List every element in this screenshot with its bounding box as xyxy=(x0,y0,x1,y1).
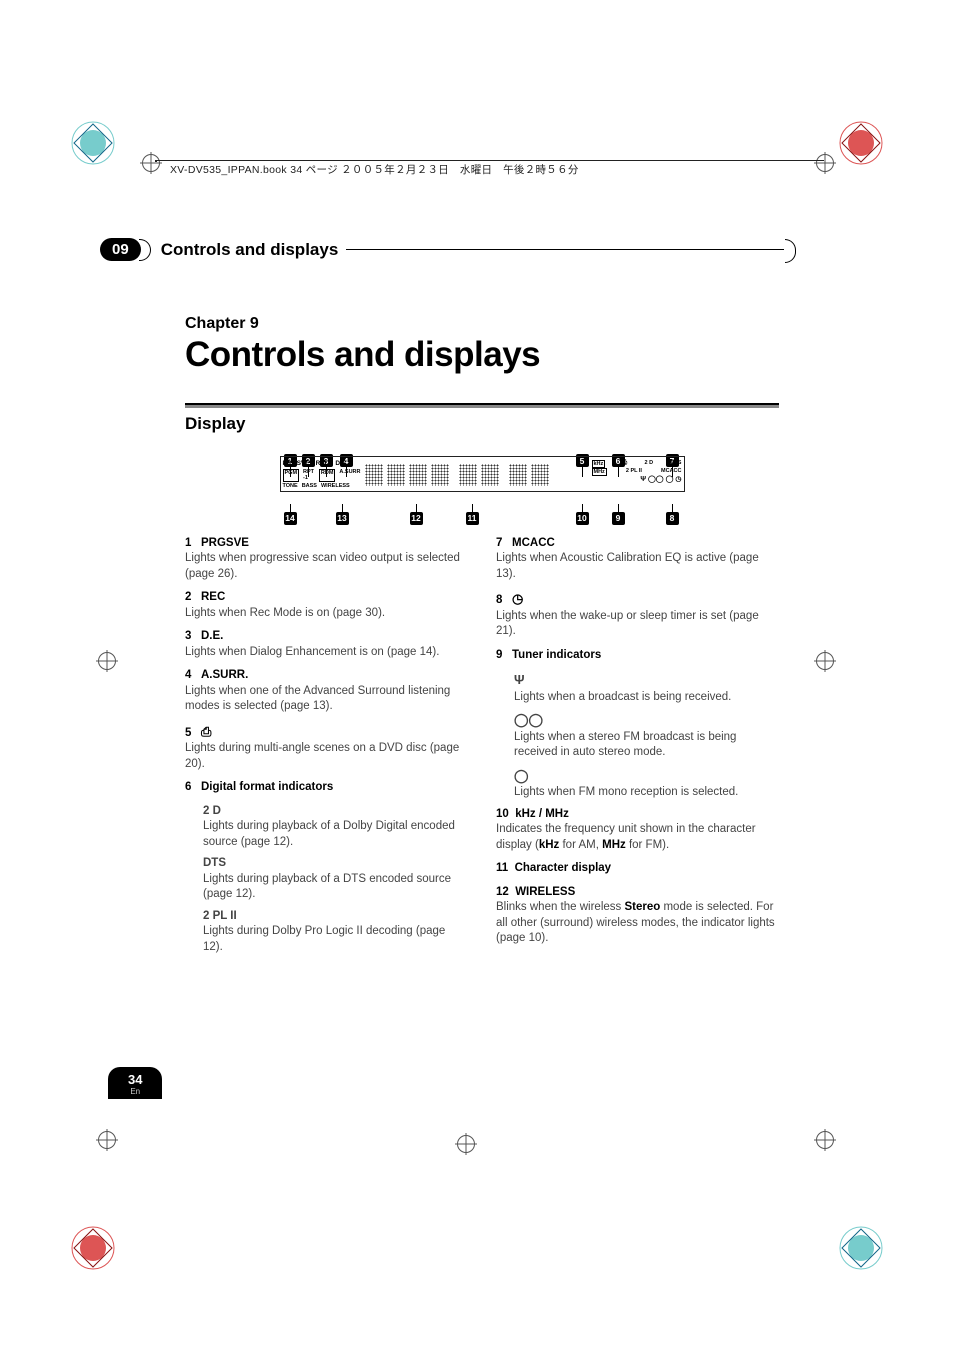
reg-mark xyxy=(814,1129,836,1151)
disp-bass: BASS xyxy=(302,483,317,490)
left-column: 1 PRGSVELights when progressive scan vid… xyxy=(185,536,468,962)
clock-icon: ◷ xyxy=(512,591,523,606)
disp-dts: DTS xyxy=(670,460,681,468)
antenna-icon: Ψ xyxy=(514,672,525,687)
heading-rule xyxy=(185,403,779,408)
stereo-icon: ◯◯ xyxy=(648,476,664,483)
sub-desc: Lights during Dolby Pro Logic II decodin… xyxy=(203,925,445,953)
header-rule xyxy=(346,249,784,250)
section-number-badge: 09 xyxy=(100,238,141,261)
character-display xyxy=(361,460,592,490)
sub-desc: Lights when a broadcast is being receive… xyxy=(514,691,731,703)
callout-8: 8 xyxy=(666,512,679,525)
disp-2pl2: 2 PL II xyxy=(626,468,642,476)
disp-2d: 2 D xyxy=(645,460,654,468)
chapter-title: Controls and displays xyxy=(185,335,779,375)
stereo-icon: ◯◯ xyxy=(514,712,543,727)
angle-icon: ⎙ xyxy=(623,460,627,468)
disp-tone: TONE xyxy=(283,483,298,490)
mono-icon: ◯ xyxy=(514,768,529,783)
disp-prgsve: PRGSVE xyxy=(283,460,310,468)
disp-mcacc: MCACC xyxy=(661,468,681,476)
disp-rpt: RPT -1 xyxy=(303,469,315,482)
disp-de: D.E. xyxy=(335,460,348,468)
item-desc: Lights during multi-angle scenes on a DV… xyxy=(185,742,459,770)
page-number-badge: 34 En xyxy=(108,1067,162,1099)
sub-desc: Lights during playback of a DTS encoded … xyxy=(203,873,451,901)
item-desc: Lights when Acoustic Calibration EQ is a… xyxy=(496,552,759,580)
disp-rec: REC xyxy=(316,460,330,468)
item-desc: Lights when Rec Mode is on (page 30). xyxy=(185,607,385,619)
callout-9: 9 xyxy=(612,512,625,525)
description-columns: 1 PRGSVELights when progressive scan vid… xyxy=(185,536,779,962)
display-diagram: 1 2 3 4 5 6 7 PRGSVE REC D.E. xyxy=(280,456,685,492)
header-paren-icon xyxy=(139,239,151,261)
sub-desc: Lights when FM mono reception is selecte… xyxy=(514,786,738,798)
sub-title: DTS xyxy=(203,857,226,869)
chapter-label: Chapter 9 xyxy=(185,315,779,333)
callout-14: 14 xyxy=(284,512,297,525)
item-desc: Lights when progressive scan video outpu… xyxy=(185,552,460,580)
reg-mark xyxy=(455,1133,477,1155)
mono-icon: ◯ xyxy=(666,476,674,483)
section-header: 09 Controls and displays xyxy=(100,238,784,261)
item-desc: Lights when Dialog Enhancement is on (pa… xyxy=(185,646,439,658)
reg-mark xyxy=(96,650,118,672)
reg-mark xyxy=(814,650,836,672)
page-number: 34 xyxy=(128,1072,142,1087)
book-header-line: XV-DV535_IPPAN.book 34 ページ ２００５年２月２３日 水曜… xyxy=(170,162,579,177)
antenna-icon: Ψ xyxy=(640,476,646,483)
callout-10: 10 xyxy=(576,512,589,525)
disp-pgm: PGM xyxy=(283,469,300,482)
page-lang: En xyxy=(128,1087,142,1096)
timer-icon: ◷ xyxy=(675,476,681,483)
right-column: 7 MCACCLights when Acoustic Calibration … xyxy=(496,536,779,962)
callout-12: 12 xyxy=(410,512,423,525)
sub-desc: Lights when a stereo FM broadcast is bei… xyxy=(514,731,736,759)
callout-11: 11 xyxy=(466,512,479,525)
disp-asurr: A.SURR xyxy=(339,469,360,482)
corner-ornament xyxy=(838,120,884,166)
item-desc: Lights when the wake-up or sleep timer i… xyxy=(496,610,759,638)
sub-title: 2 PL II xyxy=(203,910,237,922)
callout-13: 13 xyxy=(336,512,349,525)
sub-desc: Lights during playback of a Dolby Digita… xyxy=(203,820,455,848)
item-desc: Lights when one of the Advanced Surround… xyxy=(185,685,450,713)
disp-khz: kHz xyxy=(592,460,606,468)
section-header-title: Controls and displays xyxy=(161,240,339,260)
corner-ornament xyxy=(70,1225,116,1271)
disp-mhz: MHz xyxy=(592,468,607,476)
corner-ornament xyxy=(838,1225,884,1271)
section-title: Display xyxy=(185,414,779,434)
display-panel: PRGSVE REC D.E. PGM RPT -1 RDM A.SURR TO… xyxy=(280,456,685,492)
page-content: Chapter 9 Controls and displays Display … xyxy=(185,315,779,961)
reg-mark xyxy=(96,1129,118,1151)
camera-icon: ⎙ xyxy=(201,724,211,739)
crop-rule xyxy=(155,160,824,161)
sub-title: 2 D xyxy=(203,805,221,817)
reg-mark xyxy=(140,152,162,174)
disp-rdm: RDM xyxy=(319,469,336,482)
disp-wireless: WIRELESS xyxy=(321,483,350,490)
corner-ornament xyxy=(70,120,116,166)
reg-mark xyxy=(814,152,836,174)
